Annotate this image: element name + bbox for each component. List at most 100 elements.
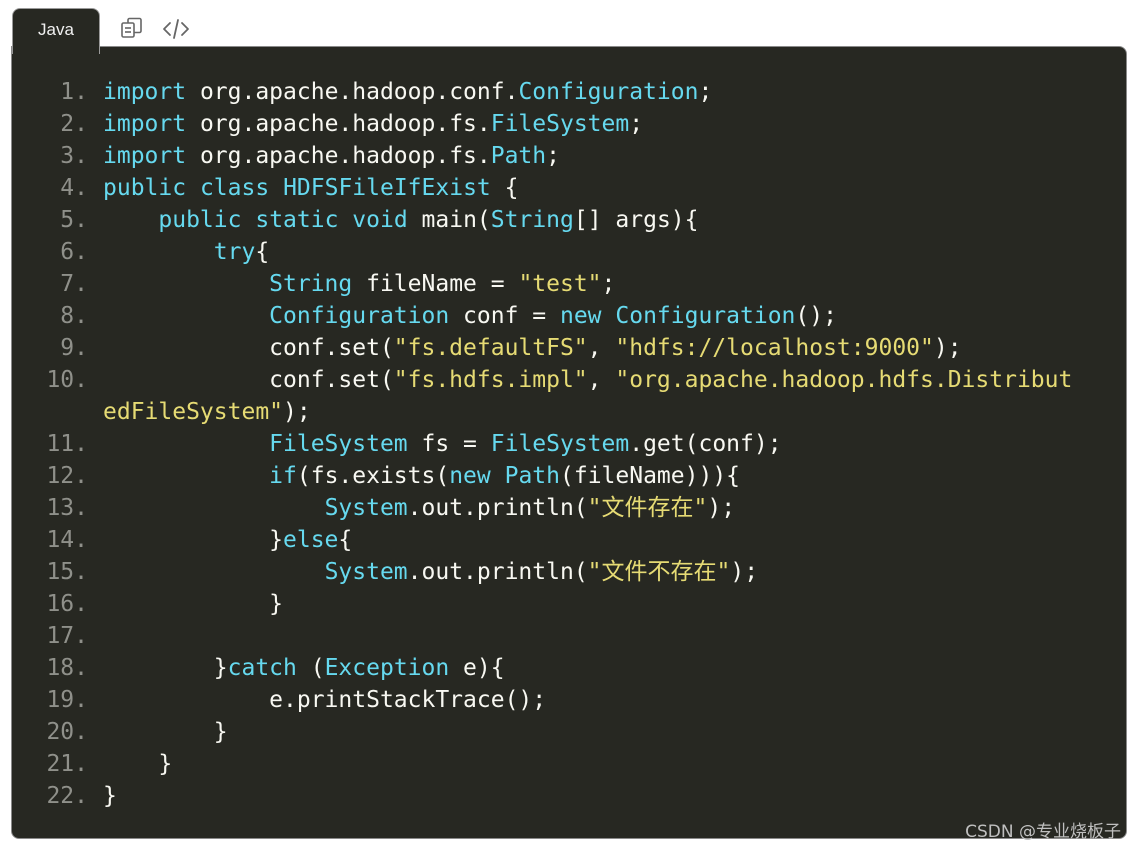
keyword-token: public bbox=[103, 175, 187, 201]
string-token: "文件不存在" bbox=[587, 559, 731, 585]
line-number: 10. bbox=[46, 367, 88, 393]
line-number: 3. bbox=[60, 143, 88, 169]
line-source: public class HDFSFileIfExist { bbox=[103, 172, 518, 204]
line-source: } bbox=[103, 748, 172, 780]
line-number: 5. bbox=[60, 207, 88, 233]
text-token: (); bbox=[795, 303, 837, 329]
type-token: HDFSFileIfExist bbox=[283, 175, 491, 201]
code-line: 6. try{ bbox=[12, 236, 1126, 268]
text-token: .out.println( bbox=[407, 495, 588, 521]
watermark: CSDN @专业烧板子 bbox=[965, 822, 1121, 842]
text-token: { bbox=[490, 175, 519, 201]
text-token: fs = bbox=[407, 431, 491, 457]
text-token: } bbox=[103, 751, 173, 777]
line-number: 19. bbox=[46, 687, 88, 713]
type-token: String bbox=[269, 271, 353, 297]
code-line: 10. conf.set("fs.hdfs.impl", "org.apache… bbox=[12, 364, 1126, 396]
line-number: 6. bbox=[60, 239, 88, 265]
text-token: conf.set( bbox=[103, 367, 394, 393]
code-line: 17. bbox=[12, 620, 1126, 652]
keyword-token: import bbox=[103, 111, 187, 137]
text-token: org.apache.hadoop.fs. bbox=[186, 111, 491, 137]
line-source: import org.apache.hadoop.conf.Configurat… bbox=[103, 76, 712, 108]
text-token: ; bbox=[629, 111, 644, 137]
keyword-token: class bbox=[199, 175, 270, 201]
type-token: Path bbox=[504, 463, 560, 489]
line-source: import org.apache.hadoop.fs.Path; bbox=[103, 140, 560, 172]
code-line: 11. FileSystem fs = FileSystem.get(conf)… bbox=[12, 428, 1126, 460]
code-line: 14. }else{ bbox=[12, 524, 1126, 556]
keyword-token: if bbox=[269, 463, 297, 489]
keyword-token: catch bbox=[227, 655, 297, 681]
code-line: 15. System.out.println("文件不存在"); bbox=[12, 556, 1126, 588]
line-source: conf.set("fs.defaultFS", "hdfs://localho… bbox=[103, 332, 962, 364]
line-number: 21. bbox=[46, 751, 88, 777]
code-line: 1. import org.apache.hadoop.conf.Configur… bbox=[12, 76, 1126, 108]
code-line: 8. Configuration conf = new Configuratio… bbox=[12, 300, 1126, 332]
tab-java[interactable]: Java bbox=[12, 8, 100, 54]
text-token: conf = bbox=[449, 303, 560, 329]
line-source: conf.set("fs.hdfs.impl", "org.apache.had… bbox=[103, 364, 1072, 396]
text-token: org.apache.hadoop.fs. bbox=[186, 143, 491, 169]
text-token: } bbox=[103, 591, 284, 617]
code-line: 12. if(fs.exists(new Path(fileName))){ bbox=[12, 460, 1126, 492]
code-line: 16. } bbox=[12, 588, 1126, 620]
code-line: edFileSystem"); bbox=[12, 396, 1126, 428]
text-token: ; bbox=[698, 79, 713, 105]
code-icon[interactable] bbox=[162, 15, 190, 43]
line-source: import org.apache.hadoop.fs.FileSystem; bbox=[103, 108, 643, 140]
line-number: 11. bbox=[46, 431, 88, 457]
line-number: 15. bbox=[46, 559, 88, 585]
line-number: 9. bbox=[60, 335, 88, 361]
code-line: 9. conf.set("fs.defaultFS", "hdfs://loca… bbox=[12, 332, 1126, 364]
line-source: }catch (Exception e){ bbox=[103, 652, 505, 684]
line-number: 16. bbox=[46, 591, 88, 617]
line-number: 7. bbox=[60, 271, 88, 297]
text-token: org.apache.hadoop.conf. bbox=[186, 79, 519, 105]
text-token: { bbox=[255, 239, 270, 265]
text-token: conf.set( bbox=[103, 335, 394, 361]
text-token: e){ bbox=[449, 655, 505, 681]
code-line: 21. } bbox=[12, 748, 1126, 780]
code-line: 4. public class HDFSFileIfExist { bbox=[12, 172, 1126, 204]
line-source: public static void main(String[] args){ bbox=[103, 204, 698, 236]
copy-icon[interactable] bbox=[118, 15, 146, 43]
text-token: , bbox=[587, 335, 616, 361]
type-token: FileSystem bbox=[490, 111, 630, 137]
line-number: 17. bbox=[46, 623, 88, 649]
text-token: ); bbox=[283, 399, 311, 425]
code-line: 20. } bbox=[12, 716, 1126, 748]
keyword-token: void bbox=[352, 207, 408, 233]
line-number: 22. bbox=[46, 783, 88, 809]
line-number: 14. bbox=[46, 527, 88, 553]
text-token: e.printStackTrace(); bbox=[103, 687, 547, 713]
text-token: ); bbox=[730, 559, 759, 585]
code-line: 3. import org.apache.hadoop.fs.Path; bbox=[12, 140, 1126, 172]
text-token: fileName = bbox=[352, 271, 519, 297]
type-token: Configuration bbox=[269, 303, 450, 329]
keyword-token: try bbox=[213, 239, 256, 265]
text-token: ); bbox=[707, 495, 736, 521]
code-line: 2. import org.apache.hadoop.fs.FileSystem… bbox=[12, 108, 1126, 140]
line-source: System.out.println("文件存在"); bbox=[103, 492, 736, 524]
line-number: 12. bbox=[46, 463, 88, 489]
line-number: 8. bbox=[60, 303, 88, 329]
type-token: Configuration bbox=[615, 303, 796, 329]
string-token: "fs.defaultFS" bbox=[393, 335, 588, 361]
text-token: .get(conf); bbox=[629, 431, 782, 457]
text-token: ); bbox=[933, 335, 962, 361]
line-source: e.printStackTrace(); bbox=[103, 684, 546, 716]
text-token: ; bbox=[546, 143, 560, 169]
code-listing: 1. import org.apache.hadoop.conf.Configur… bbox=[12, 76, 1126, 812]
type-token: Exception bbox=[324, 655, 450, 681]
text-token: } bbox=[103, 655, 228, 681]
keyword-token: public bbox=[158, 207, 242, 233]
